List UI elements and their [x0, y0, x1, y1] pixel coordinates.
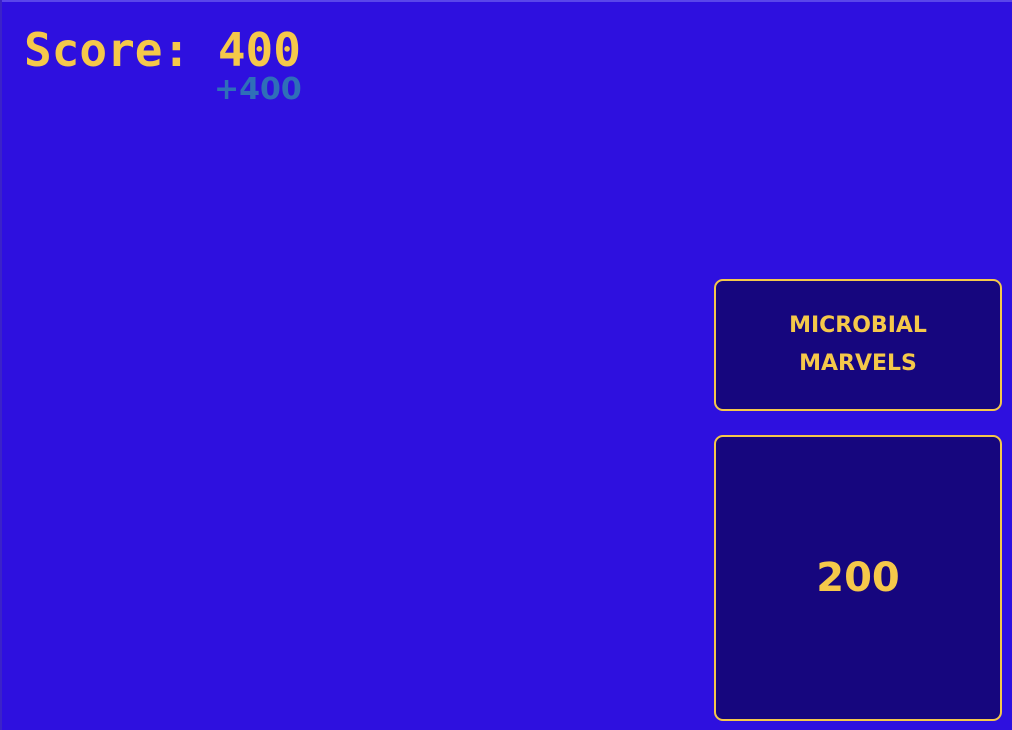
score-display: Score: 400 — [24, 23, 301, 77]
clue-value-card[interactable]: 200 — [714, 435, 1002, 721]
category-title: MICROBIAL MARVELS — [789, 313, 927, 376]
window-top-edge — [0, 0, 1012, 2]
category-card: MICROBIAL MARVELS — [714, 279, 1002, 411]
window-left-edge — [0, 0, 2, 730]
score-delta: +400 — [214, 72, 302, 107]
clue-value: 200 — [816, 555, 900, 601]
